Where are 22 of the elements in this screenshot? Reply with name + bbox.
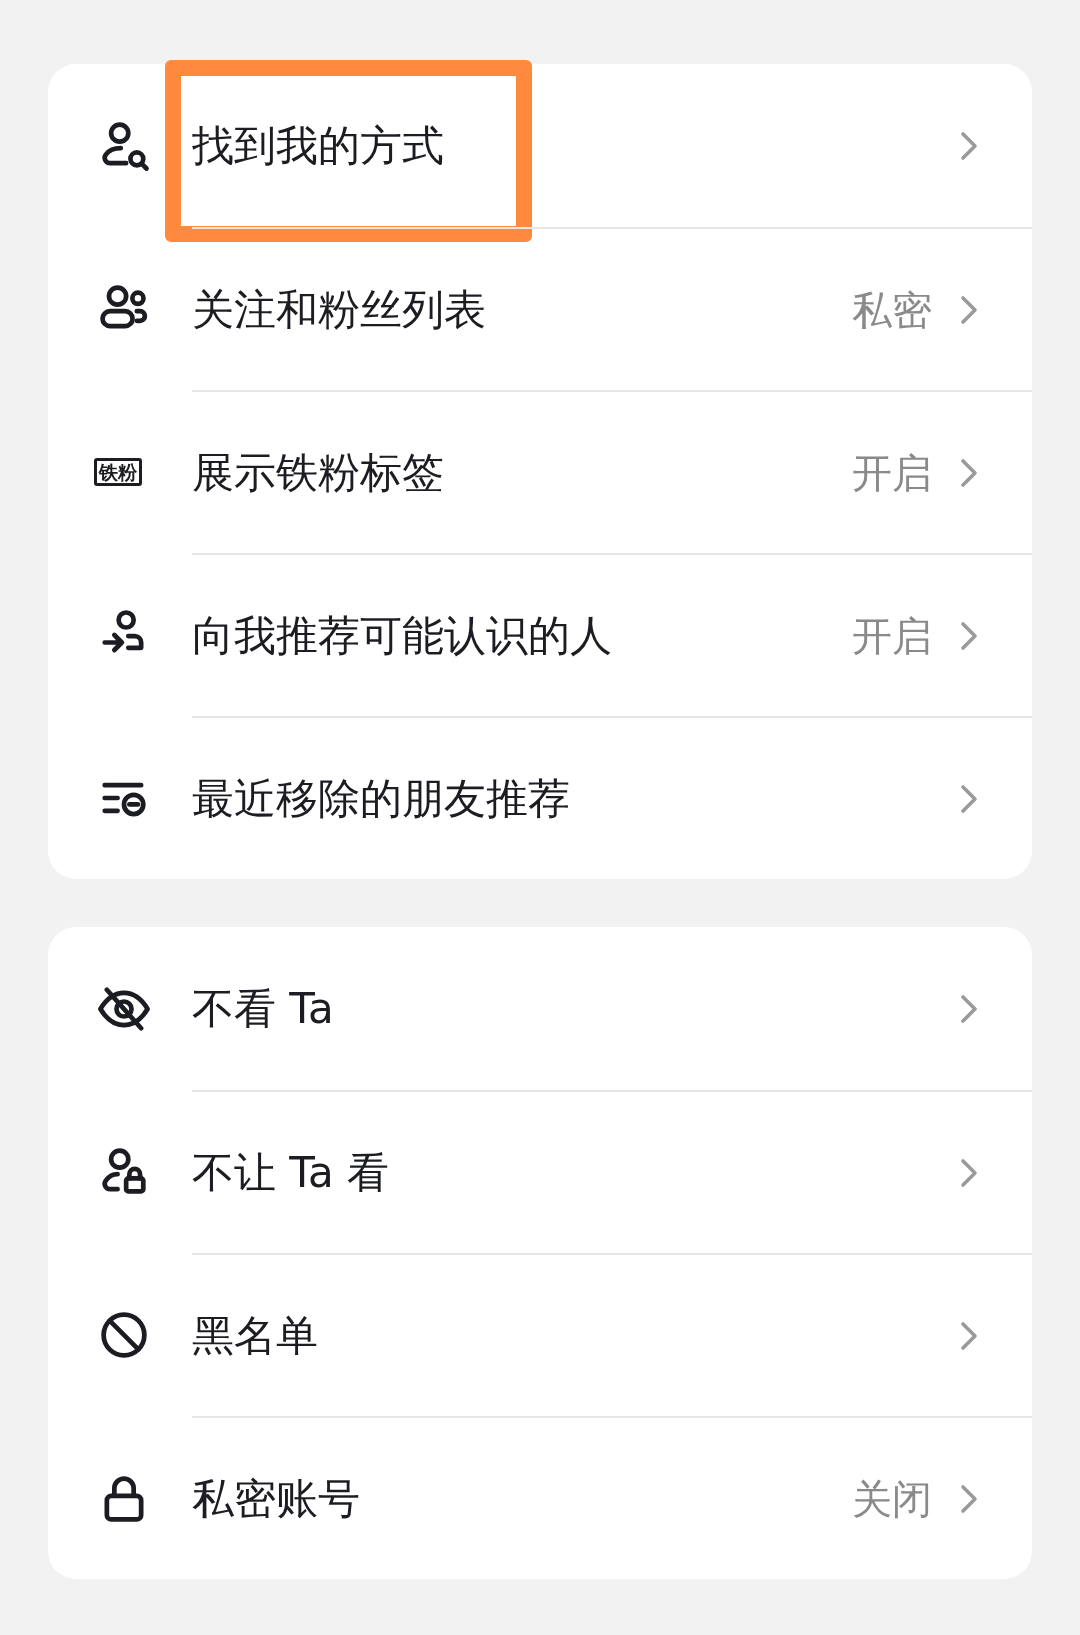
row-label: 不看 Ta [192, 983, 335, 1035]
row-label: 黑名单 [192, 1310, 319, 1362]
chevron-icon [960, 130, 978, 161]
chevron-icon [960, 783, 978, 814]
row-label: 最近移除的朋友推荐 [192, 773, 571, 825]
chevron-icon [960, 1320, 978, 1351]
chevron-icon [960, 294, 978, 325]
row-label: 向我推荐可能认识的人 [192, 610, 613, 662]
row-label: 展示铁粉标签 [192, 447, 445, 499]
chevron-icon [960, 1157, 978, 1188]
chevron-icon [960, 457, 978, 488]
row-value: 私密 [852, 285, 932, 335]
row-value: 关闭 [852, 1474, 932, 1524]
row-value: 开启 [852, 448, 932, 498]
row-label: 关注和粉丝列表 [192, 284, 487, 336]
row-label: 私密账号 [192, 1473, 361, 1525]
chevron-icon [960, 993, 978, 1024]
row-label: 不让 Ta 看 [192, 1147, 391, 1199]
row-value: 开启 [852, 611, 932, 661]
chevron-icon [960, 1483, 978, 1514]
chevron-icon [960, 620, 978, 651]
row-label: 找到我的方式 [192, 120, 445, 172]
